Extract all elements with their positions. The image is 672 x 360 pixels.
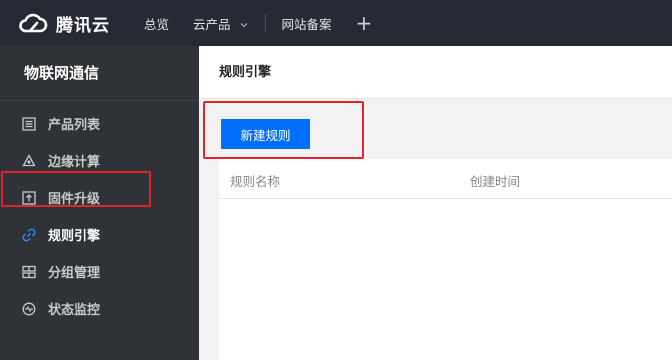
table-header: 规则名称 创建时间 [219, 159, 672, 199]
cloud-icon [18, 12, 48, 34]
monitor-icon [22, 302, 36, 316]
sidebar-item-product-list[interactable]: 产品列表 [0, 105, 199, 142]
sidebar-item-edge-computing[interactable]: 边缘计算 [0, 142, 199, 179]
top-navigation-bar: 腾讯云 总览 云产品 网站备案 + [0, 0, 672, 46]
brand-logo[interactable]: 腾讯云 [18, 11, 110, 36]
group-icon [22, 265, 36, 279]
page-title: 规则引擎 [219, 65, 272, 80]
sidebar-item-label: 固件升级 [48, 192, 101, 207]
sidebar-title: 物联网通信 [0, 46, 199, 101]
sidebar-item-status-monitor[interactable]: 状态监控 [0, 290, 199, 327]
top-nav-links: 总览 云产品 网站备案 + [144, 13, 372, 33]
edge-computing-icon [22, 153, 36, 168]
plus-icon[interactable]: + [356, 13, 373, 33]
nav-cloud-products[interactable]: 云产品 [193, 14, 249, 33]
sidebar-item-rule-engine[interactable]: 规则引擎 [0, 216, 199, 253]
sidebar-item-group-management[interactable]: 分组管理 [0, 253, 199, 290]
new-rule-button[interactable]: 新建规则 [221, 119, 310, 149]
sidebar-item-firmware-upgrade[interactable]: 固件升级 [0, 179, 199, 216]
sidebar-item-label: 边缘计算 [48, 155, 101, 170]
upload-icon [22, 190, 36, 205]
brand-name: 腾讯云 [56, 15, 110, 36]
sidebar-item-label: 状态监控 [48, 303, 101, 318]
chevron-down-icon [239, 18, 249, 28]
sidebar-menu: 产品列表 边缘计算 固件升级 规则引擎 分组管理 状态监控 [0, 101, 199, 327]
nav-overview[interactable]: 总览 [144, 14, 169, 33]
list-icon [22, 116, 36, 131]
sidebar: 物联网通信 产品列表 边缘计算 固件升级 规则引擎 分组管理 状态监控 [0, 46, 199, 360]
sidebar-item-label: 分组管理 [48, 266, 101, 281]
sidebar-item-label: 规则引擎 [48, 229, 101, 244]
column-header-created-time: 创建时间 [470, 174, 521, 189]
toolbar: 新建规则 [219, 100, 672, 159]
nav-icp-filing[interactable]: 网站备案 [282, 14, 332, 33]
rules-table: 规则名称 创建时间 [219, 159, 672, 360]
page-header: 规则引擎 [199, 46, 672, 99]
sidebar-item-label: 产品列表 [48, 118, 101, 133]
column-header-rule-name: 规则名称 [230, 174, 281, 189]
link-icon [22, 228, 36, 242]
nav-divider [264, 14, 266, 32]
nav-cloud-products-label: 云产品 [193, 16, 231, 32]
